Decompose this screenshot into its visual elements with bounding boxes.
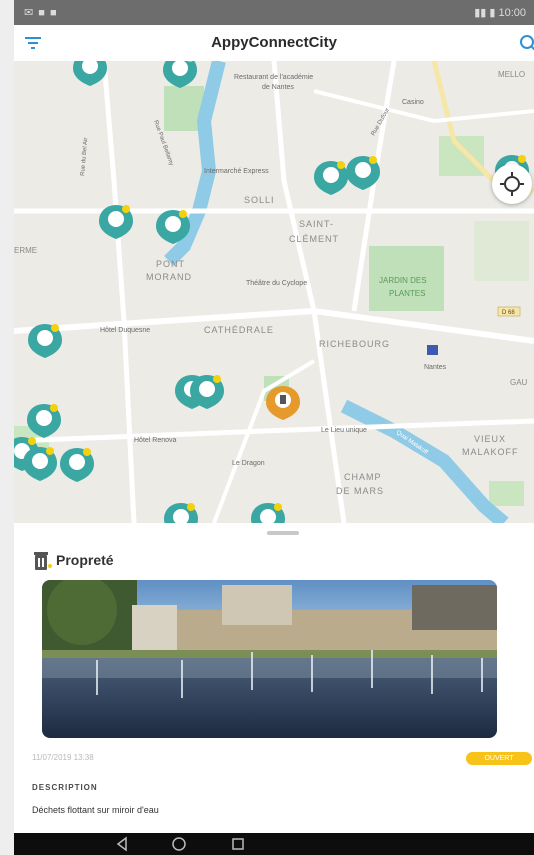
map-pin-teal[interactable] <box>314 161 348 195</box>
map-label: Casino <box>402 99 424 106</box>
status-badge: OUVERT <box>466 752 532 765</box>
app-bar: AppyConnectCity <box>14 25 534 62</box>
map-pin-teal[interactable] <box>23 447 57 481</box>
road <box>271 61 347 523</box>
status-icons-left: ✉ ■ ■ <box>24 7 58 19</box>
road <box>14 418 534 444</box>
train-station-icon <box>427 345 438 355</box>
description-heading: DESCRIPTION <box>32 783 98 792</box>
sheet-drag-handle[interactable] <box>267 531 299 535</box>
map-label: DE MARS <box>336 486 384 496</box>
road <box>101 61 137 523</box>
description-text: Déchets flottant sur miroir d'eau <box>32 805 159 815</box>
my-location-icon <box>500 172 524 196</box>
map-label: RICHEBOURG <box>319 339 390 349</box>
search-button[interactable] <box>518 33 534 53</box>
map-label: MELLO <box>498 70 525 79</box>
park-area <box>439 136 484 176</box>
map-label: SAINT- <box>299 219 334 229</box>
road <box>14 307 534 344</box>
map-pin-teal[interactable] <box>28 324 62 358</box>
map-label: ERME <box>14 246 37 255</box>
map-label: Théâtre du Cyclope <box>246 280 307 287</box>
map-label: Nantes <box>424 364 447 371</box>
map-label: CATHÉDRALE <box>204 325 274 335</box>
map-label: MALAKOFF <box>462 447 519 457</box>
road <box>313 89 534 124</box>
map-label: Le Lieu unique <box>321 427 367 434</box>
map-label: MORAND <box>146 272 192 282</box>
home-icon[interactable] <box>171 836 187 852</box>
map-label: VIEUX <box>474 434 506 444</box>
map-label: CHAMP <box>344 472 382 482</box>
my-location-button[interactable] <box>492 164 532 204</box>
map-pin-selected[interactable] <box>266 386 300 420</box>
map-label: D 68 <box>502 310 515 316</box>
device-screen: ✉ ■ ■ ▮▮ ▮ 10:00 AppyConnectCity Restaur… <box>14 0 534 855</box>
map-label: Le Dragon <box>232 460 265 467</box>
map-label: de Nantes <box>262 84 294 91</box>
map-label: JARDIN DES <box>379 276 427 285</box>
status-bar: ✉ ■ ■ ▮▮ ▮ 10:00 <box>14 0 534 25</box>
detail-sheet: Propreté 11/07/2019 13:38 OUVERT DESCRIP… <box>14 523 534 833</box>
map-label: CLÉMENT <box>289 234 339 244</box>
map-label: Hôtel Renova <box>134 437 177 444</box>
map-label: Rue du Bel Air <box>80 137 89 176</box>
trash-icon <box>34 552 52 570</box>
map-label: Intermarché Express <box>204 168 269 175</box>
map-label: SOLLI <box>244 195 275 205</box>
map-label: Hôtel Duquesne <box>100 327 150 334</box>
system-nav-bar <box>14 833 534 855</box>
map-label: PLANTES <box>389 289 425 298</box>
app-title: AppyConnectCity <box>211 34 337 51</box>
back-icon[interactable] <box>114 836 130 852</box>
status-icons-right: ▮▮ ▮ 10:00 <box>474 7 526 19</box>
map-pin-teal[interactable] <box>163 61 197 88</box>
search-icon <box>520 35 534 51</box>
recents-icon[interactable] <box>230 836 246 852</box>
report-photo[interactable] <box>42 580 497 738</box>
report-date: 11/07/2019 13:38 <box>32 753 94 762</box>
map-pin-teal[interactable] <box>60 448 94 482</box>
category-title: Propreté <box>56 552 114 568</box>
map-pin-teal[interactable] <box>99 205 133 239</box>
map-label: PONT <box>156 259 185 269</box>
park-area <box>489 481 524 506</box>
map-view[interactable]: Restaurant de l'académie de Nantes Casin… <box>14 61 534 523</box>
map-label: GAU <box>510 378 528 387</box>
map-label: Restaurant de l'académie <box>234 74 313 81</box>
map-pin-teal[interactable] <box>251 503 285 523</box>
park-area <box>474 221 529 281</box>
map-pin-teal[interactable] <box>73 61 107 86</box>
map-pin-teal[interactable] <box>164 503 198 523</box>
